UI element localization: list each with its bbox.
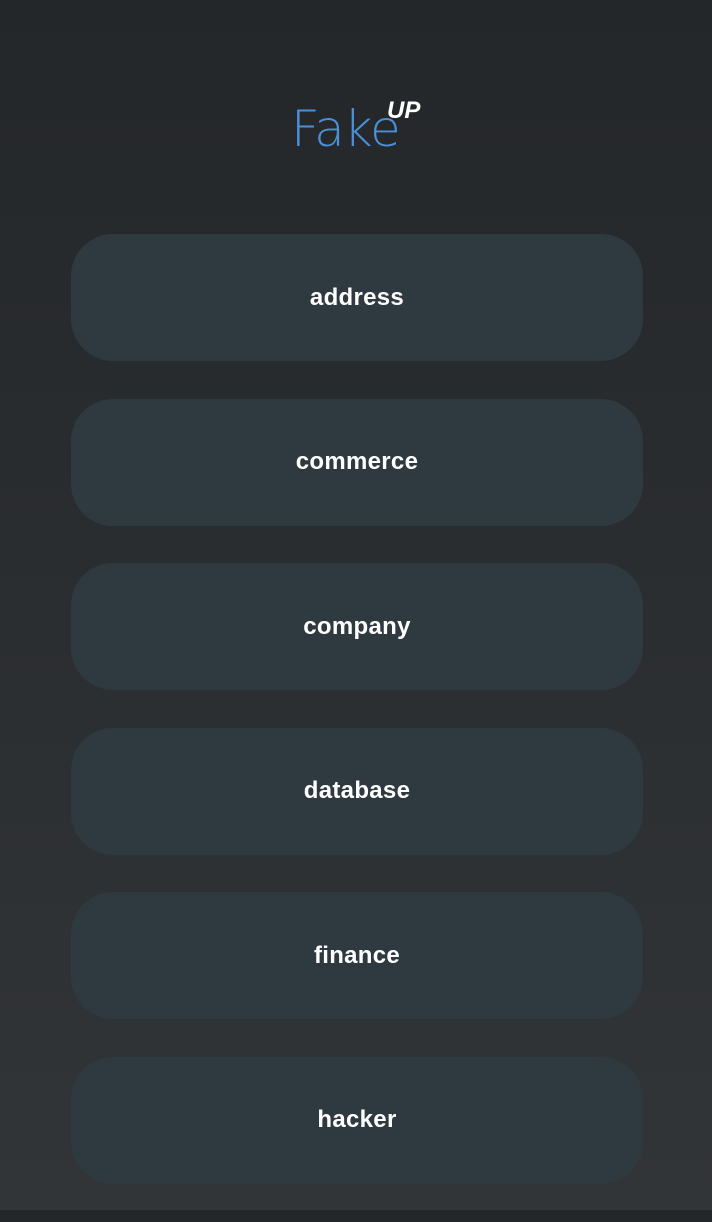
category-button-company[interactable]: company: [71, 563, 643, 691]
category-button-label: company: [303, 612, 411, 640]
category-button-hacker[interactable]: hacker: [71, 1056, 643, 1184]
category-button-finance[interactable]: finance: [71, 892, 643, 1020]
category-button-label: address: [309, 283, 405, 311]
category-button-address[interactable]: address: [71, 234, 643, 361]
logo-main-text: Fake: [291, 100, 401, 158]
category-button-commerce[interactable]: commerce: [71, 398, 643, 526]
app-logo: Fake UP: [0, 96, 712, 160]
category-button-label: hacker: [317, 1106, 397, 1134]
category-button-label: database: [303, 777, 411, 805]
category-button-label: finance: [313, 941, 401, 969]
logo-superscript: UP: [387, 97, 421, 124]
category-button-label: commerce: [295, 448, 419, 476]
category-menu: address commerce company database financ…: [71, 234, 643, 1222]
category-button-database[interactable]: database: [71, 727, 643, 855]
